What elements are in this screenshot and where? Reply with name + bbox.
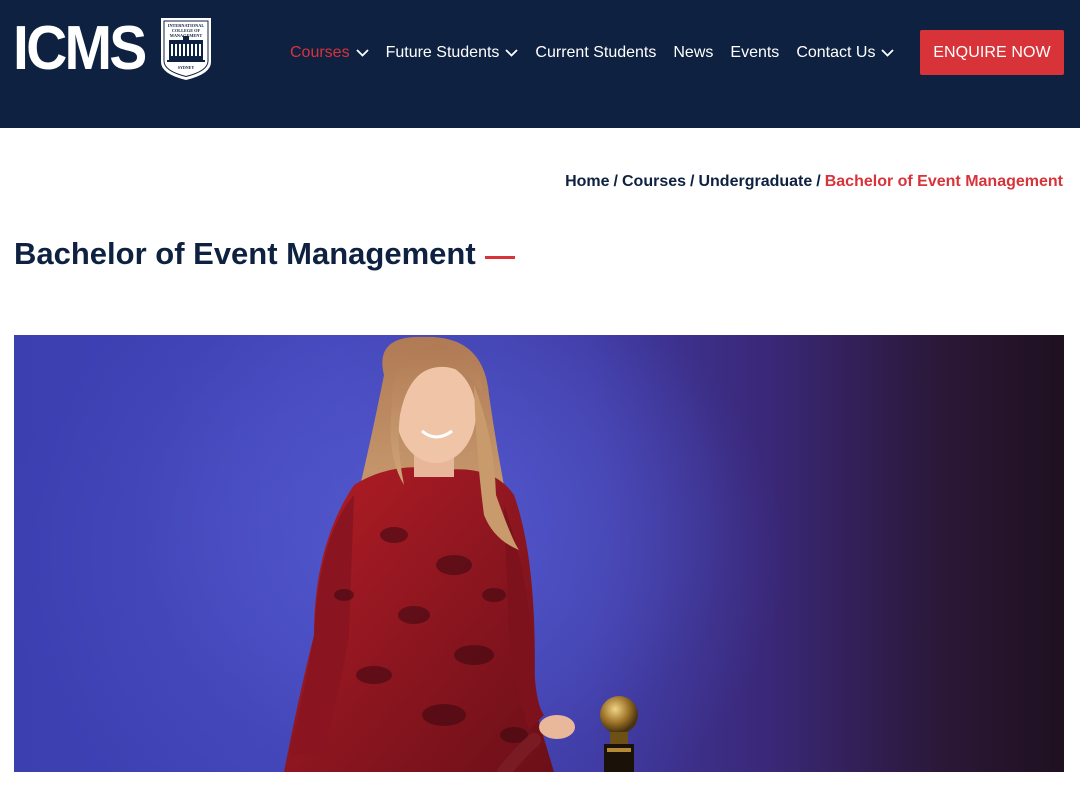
- chevron-down-icon: [505, 49, 519, 57]
- crest-text-line-4: SYDNEY: [178, 65, 195, 70]
- nav-item-future-students[interactable]: Future Students: [386, 44, 519, 62]
- nav-item-label: Contact Us: [796, 44, 876, 61]
- nav-item-current-students[interactable]: Current Students: [535, 44, 656, 62]
- breadcrumb-courses[interactable]: Courses: [622, 173, 686, 191]
- title-accent-dash: [484, 255, 515, 259]
- enquire-now-button[interactable]: ENQUIRE NOW: [920, 30, 1064, 75]
- breadcrumb-undergraduate[interactable]: Undergraduate: [698, 173, 812, 191]
- nav-item-label: Courses: [290, 44, 350, 61]
- logo-text: ICMS: [13, 14, 147, 83]
- breadcrumb: Home / Courses / Undergraduate / Bachelo…: [565, 172, 1063, 192]
- nav-item-courses[interactable]: Courses: [290, 44, 369, 62]
- college-crest-icon: INTERNATIONAL COLLEGE OF MANAGEMENT SYDN…: [159, 16, 213, 82]
- page-title-text: Bachelor of Event Management: [14, 236, 476, 271]
- nav-item-contact-us[interactable]: Contact Us: [796, 44, 895, 62]
- nav-item-label: Current Students: [535, 44, 657, 61]
- chevron-down-icon: [881, 49, 895, 57]
- nav-item-label: News: [673, 44, 714, 61]
- breadcrumb-current: Bachelor of Event Management: [824, 173, 1063, 190]
- chevron-down-icon: [355, 49, 369, 57]
- nav-item-news[interactable]: News: [673, 44, 713, 62]
- site-header: ICMS INTERNATIONAL COLLEGE OF MANAGEMENT: [0, 0, 1080, 128]
- nav-item-label: Events: [730, 44, 780, 61]
- site-logo[interactable]: ICMS INTERNATIONAL COLLEGE OF MANAGEMENT: [13, 14, 211, 84]
- main-nav: Courses Future Students Current Students…: [290, 40, 911, 66]
- nav-item-label: Future Students: [385, 44, 500, 61]
- breadcrumb-separator: /: [690, 173, 695, 190]
- breadcrumb-separator: /: [816, 173, 821, 190]
- nav-item-events[interactable]: Events: [730, 44, 779, 62]
- page-title: Bachelor of Event Management: [14, 234, 515, 274]
- breadcrumb-home[interactable]: Home: [565, 173, 609, 191]
- breadcrumb-separator: /: [613, 173, 618, 190]
- hero-image: [14, 335, 1064, 772]
